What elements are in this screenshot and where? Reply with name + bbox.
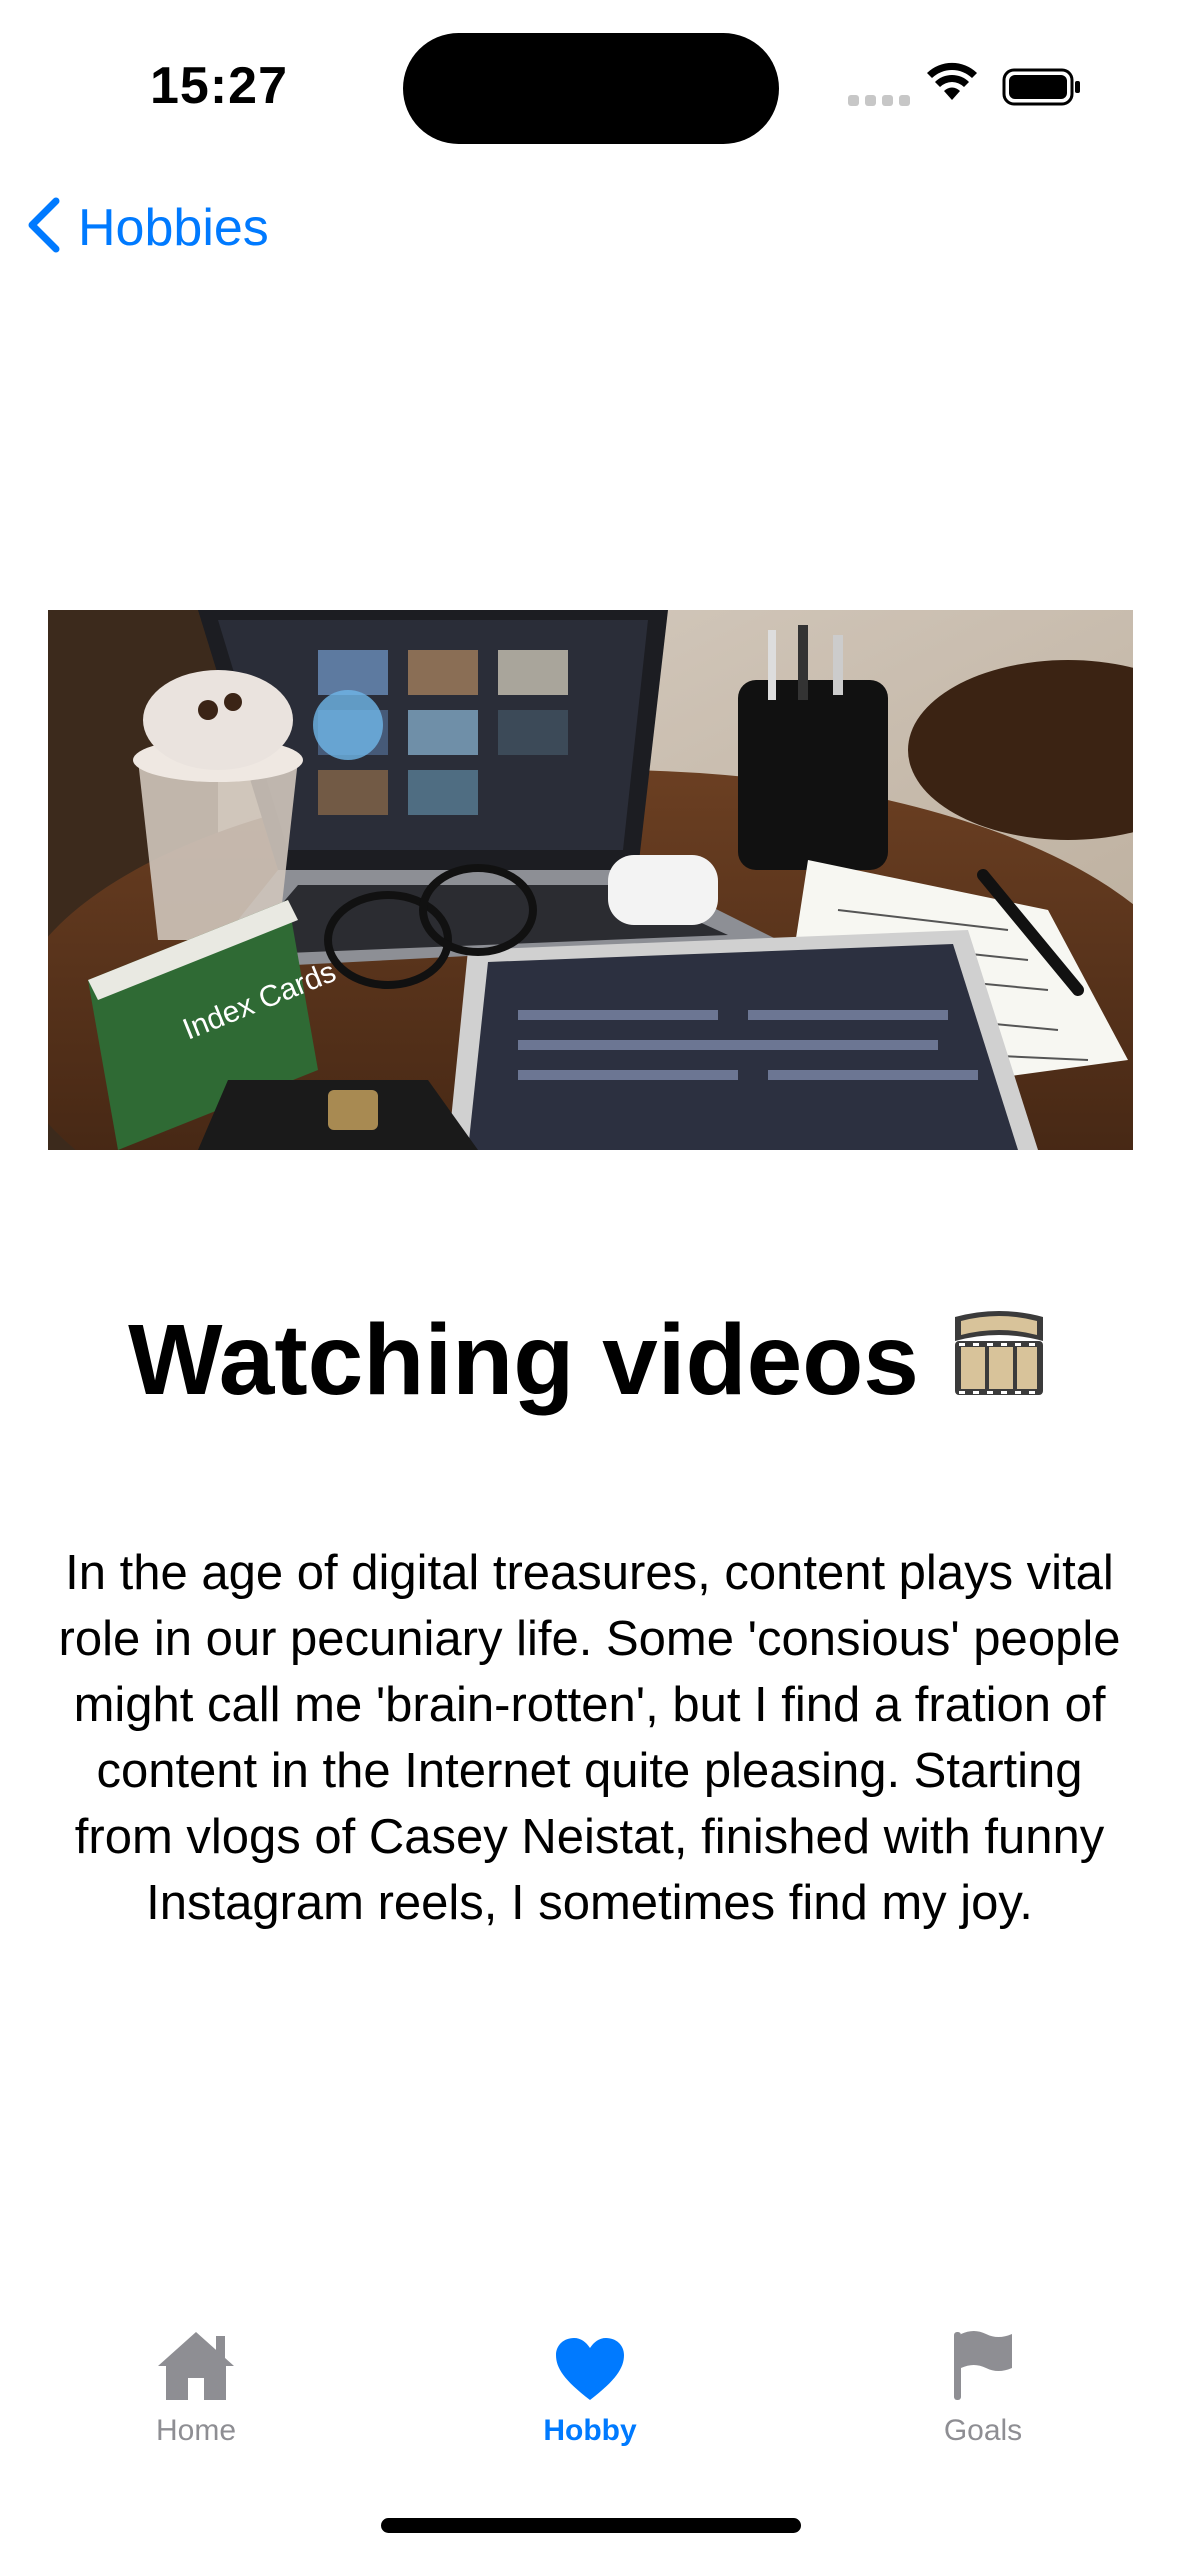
tab-hobby[interactable]: Hobby (490, 2320, 690, 2448)
battery-icon (1002, 68, 1082, 111)
status-time: 15:27 (150, 57, 288, 115)
film-reel-icon (947, 1307, 1051, 1429)
cellular-signal-icon (848, 95, 910, 106)
page-title: Watching videos (0, 1300, 1179, 1429)
back-button-label: Hobbies (78, 198, 269, 257)
house-icon (96, 2320, 296, 2402)
title-text: Watching videos (128, 1304, 919, 1416)
back-button[interactable]: Hobbies (24, 195, 269, 260)
heart-icon (490, 2320, 690, 2402)
tab-goals[interactable]: Goals (883, 2320, 1083, 2448)
tab-home[interactable]: Home (96, 2320, 296, 2448)
description-text: In the age of digital treasures, content… (58, 1546, 1121, 1930)
chevron-left-icon (24, 195, 64, 260)
tab-home-label: Home (155, 2414, 237, 2447)
dynamic-island (403, 33, 779, 144)
tab-goals-label: Goals (943, 2414, 1023, 2447)
hobby-photo: Index Cards (48, 610, 1133, 1150)
tab-bar: Home Hobby Goals (0, 2320, 1179, 2470)
tab-hobby-label: Hobby (543, 2414, 637, 2447)
home-indicator[interactable] (381, 2518, 801, 2533)
wifi-icon (926, 62, 978, 107)
flag-icon (883, 2320, 1083, 2402)
